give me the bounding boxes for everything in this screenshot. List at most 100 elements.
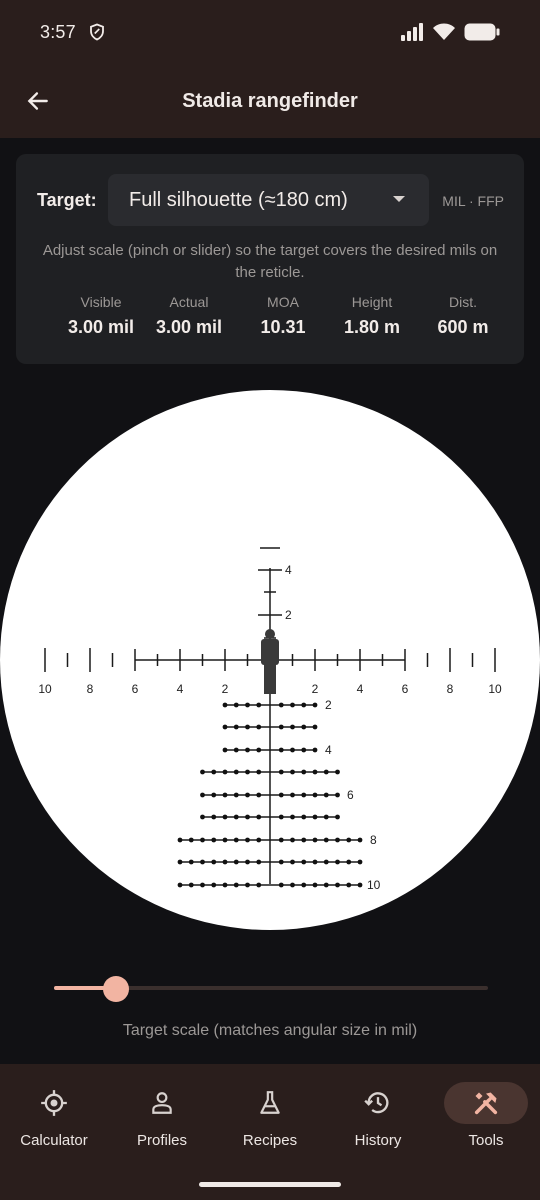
reticle-dot bbox=[211, 814, 217, 820]
reticle-dot bbox=[233, 747, 239, 753]
reticle-canvas[interactable]: 10 8 6 4 2 2 4 6 8 10 4 2 2 4 6 8 10 bbox=[0, 390, 540, 930]
reticle-dot bbox=[245, 702, 250, 708]
h-label: 6 bbox=[132, 682, 139, 696]
scale-slider[interactable] bbox=[0, 970, 540, 1010]
reticle-dot bbox=[222, 814, 228, 820]
nav-label: Profiles bbox=[136, 1132, 188, 1149]
status-time: 3:57 bbox=[40, 21, 76, 42]
reticle-dot bbox=[357, 882, 363, 888]
reticle-dot bbox=[301, 859, 307, 865]
reticle-dot bbox=[256, 814, 262, 820]
reticle-dot bbox=[323, 882, 329, 888]
nav-item-calculator[interactable]: Calculator bbox=[0, 1082, 108, 1149]
nav-item-recipes[interactable]: Recipes bbox=[216, 1082, 324, 1149]
h-label: 4 bbox=[357, 682, 364, 696]
reticle-dot bbox=[233, 724, 239, 730]
reticle-dot bbox=[222, 837, 228, 843]
reticle-dot bbox=[312, 837, 318, 843]
reticle-dot bbox=[222, 724, 228, 730]
reticle-dot bbox=[200, 769, 205, 775]
reticle-dot bbox=[245, 747, 250, 753]
reticle-dot bbox=[312, 792, 318, 798]
person-icon bbox=[152, 1092, 172, 1114]
reticle-dot bbox=[312, 747, 318, 753]
h-label: 2 bbox=[312, 682, 319, 696]
reticle-dot bbox=[200, 814, 205, 820]
reticle-dot bbox=[245, 792, 250, 798]
reticle-dot bbox=[346, 859, 352, 865]
status-bar: 3:57 bbox=[0, 0, 540, 64]
reticle-dot bbox=[256, 724, 262, 730]
reticle-dot bbox=[278, 702, 284, 708]
hint-text: Adjust scale (pinch or slider) so the ta… bbox=[42, 242, 498, 281]
nav-label: Recipes bbox=[242, 1132, 298, 1149]
reticle-dot bbox=[290, 814, 295, 820]
silhouette-legs bbox=[264, 664, 276, 694]
target-select[interactable]: Full silhouette (≈180 cm) bbox=[108, 174, 429, 226]
stat-label: Dist. bbox=[449, 294, 477, 310]
shield-icon bbox=[89, 23, 104, 41]
reticle-dot bbox=[211, 769, 217, 775]
reticle-dot bbox=[335, 882, 340, 888]
reticle-dot bbox=[177, 859, 183, 865]
reticle-dot bbox=[312, 814, 318, 820]
reticle-dot bbox=[290, 792, 295, 798]
reticle-dot bbox=[256, 859, 262, 865]
reticle-dot bbox=[200, 859, 205, 865]
reticle-dot bbox=[323, 859, 329, 865]
gesture-bar bbox=[199, 1182, 341, 1187]
reticle-dot bbox=[245, 724, 250, 730]
reticle-dot bbox=[233, 882, 239, 888]
reticle-dot bbox=[301, 747, 307, 753]
reticle-dot bbox=[335, 769, 340, 775]
reticle-dot bbox=[335, 837, 340, 843]
reticle-dot bbox=[301, 769, 307, 775]
reticle-dot bbox=[222, 702, 228, 708]
reticle-dot bbox=[335, 859, 340, 865]
tree-label: 10 bbox=[367, 878, 381, 892]
reticle-dot bbox=[177, 882, 183, 888]
reticle-dot bbox=[323, 814, 329, 820]
reticle-dot bbox=[211, 792, 217, 798]
reticle-dot bbox=[222, 882, 228, 888]
back-button[interactable] bbox=[18, 81, 58, 121]
reticle-dot bbox=[200, 837, 205, 843]
reticle-dot bbox=[256, 702, 262, 708]
reticle-dot bbox=[290, 747, 295, 753]
nav-item-tools[interactable]: Tools bbox=[432, 1082, 540, 1149]
reticle-dot bbox=[211, 837, 217, 843]
reticle-dot bbox=[301, 814, 307, 820]
reticle-dot bbox=[290, 837, 295, 843]
reticle-dot bbox=[233, 837, 239, 843]
nav-label: Calculator bbox=[20, 1132, 88, 1149]
wifi-icon bbox=[433, 23, 455, 40]
reticle-dot bbox=[301, 837, 307, 843]
reticle-view[interactable]: 10 8 6 4 2 2 4 6 8 10 4 2 2 4 6 8 10 bbox=[0, 390, 540, 930]
reticle-dot bbox=[233, 814, 239, 820]
reticle-dot bbox=[245, 859, 250, 865]
reticle-dot bbox=[200, 882, 205, 888]
flask-icon bbox=[260, 1091, 280, 1114]
reticle-dot bbox=[357, 859, 363, 865]
reticle-dot bbox=[211, 882, 217, 888]
reticle-dot bbox=[233, 859, 239, 865]
stat-value: 600 m bbox=[437, 317, 489, 337]
nav-icon-wrap bbox=[228, 1082, 312, 1124]
reticle-dot bbox=[233, 792, 239, 798]
status-icons bbox=[400, 23, 500, 41]
reticle-dot bbox=[222, 792, 228, 798]
app-bar: Stadia rangefinder bbox=[0, 64, 540, 138]
reticle-dot bbox=[188, 837, 194, 843]
reticle-dot bbox=[245, 837, 250, 843]
reticle-dot bbox=[278, 724, 284, 730]
nav-item-history[interactable]: History bbox=[324, 1082, 432, 1149]
slider-thumb[interactable] bbox=[103, 976, 130, 1002]
nav-icon-wrap bbox=[336, 1082, 420, 1124]
nav-icon-wrap bbox=[120, 1082, 204, 1124]
reticle-dot bbox=[188, 859, 194, 865]
battery-icon bbox=[464, 23, 500, 41]
reticle-dot bbox=[256, 837, 262, 843]
nav-item-profiles[interactable]: Profiles bbox=[108, 1082, 216, 1149]
reticle-dot bbox=[301, 792, 307, 798]
reticle-dot bbox=[290, 724, 295, 730]
